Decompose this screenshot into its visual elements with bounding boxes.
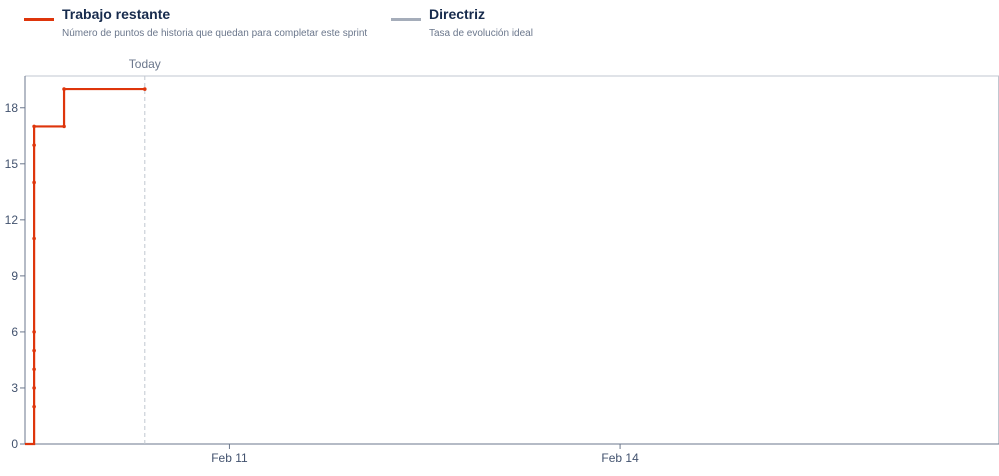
- chart-series: [25, 87, 147, 446]
- y-tick-label: 3: [11, 381, 18, 395]
- series-line-remaining-work: [25, 87, 145, 446]
- series-point[interactable]: [32, 124, 36, 129]
- x-tick-label: Feb 11: [211, 451, 248, 465]
- series-point[interactable]: [32, 143, 36, 147]
- today-marker: Today: [129, 57, 161, 444]
- series-point[interactable]: [32, 330, 36, 334]
- y-tick-label: 9: [11, 269, 18, 283]
- y-tick-label: 0: [11, 437, 18, 451]
- series-point[interactable]: [142, 87, 147, 91]
- y-tick-label: 18: [5, 101, 19, 115]
- y-tick-label: 6: [11, 325, 18, 339]
- chart-axes: [24, 75, 999, 445]
- series-point[interactable]: [32, 404, 36, 409]
- series-point[interactable]: [32, 180, 36, 185]
- series-point[interactable]: [32, 348, 36, 353]
- y-tick-label: 15: [5, 157, 19, 171]
- series-point[interactable]: [62, 87, 66, 91]
- burndown-chart: 0 3 6 9 12 15 18 Feb 11 Feb 14 Today: [5, 57, 999, 465]
- y-axis-ticks: 0 3 6 9 12 15 18: [5, 101, 25, 451]
- x-axis-ticks: Feb 11 Feb 14: [211, 444, 639, 465]
- series-point[interactable]: [32, 386, 36, 390]
- series-point[interactable]: [32, 236, 36, 241]
- series-point[interactable]: [32, 367, 36, 372]
- today-label: Today: [129, 57, 161, 71]
- x-tick-label: Feb 14: [601, 451, 639, 465]
- series-point[interactable]: [62, 124, 66, 129]
- y-tick-label: 12: [5, 213, 19, 227]
